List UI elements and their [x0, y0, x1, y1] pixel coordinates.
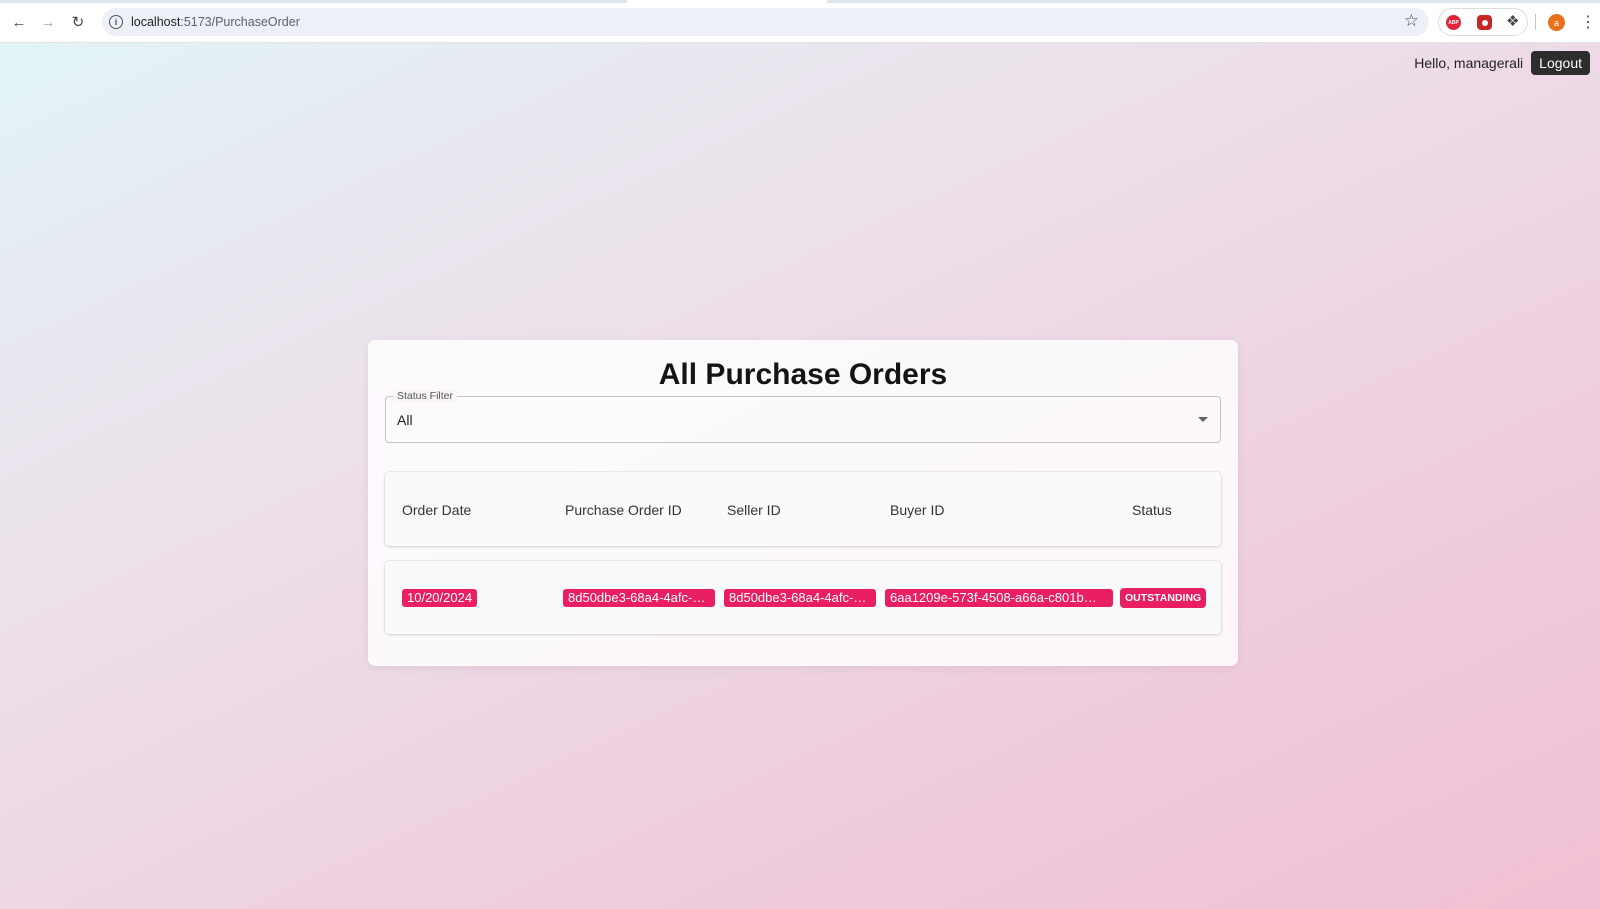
active-tab[interactable] [627, 0, 827, 3]
tab-strip [0, 0, 1600, 3]
chevron-down-icon[interactable] [1198, 417, 1208, 422]
page-background: Hello, managerali Logout All Purchase Or… [0, 43, 1600, 909]
status-filter-select[interactable]: Status Filter All [385, 390, 1221, 443]
seller-id-chip: 8d50dbe3-68a4-4afc-… [724, 589, 876, 607]
profile-avatar[interactable]: a [1548, 14, 1565, 31]
order-date-chip: 10/20/2024 [402, 589, 478, 607]
column-header-order-date: Order Date [402, 502, 472, 518]
user-bar: Hello, managerali Logout [1414, 51, 1590, 75]
page-title: All Purchase Orders [658, 358, 948, 391]
user-greeting: Hello, managerali [1414, 55, 1524, 71]
star-icon[interactable]: ☆ [1404, 11, 1419, 31]
puzzle-icon[interactable]: ❖ [1506, 12, 1519, 30]
table-row[interactable]: 10/20/2024 8d50dbe3-68a4-4afc-… 8d50dbe3… [385, 561, 1221, 634]
url-path: :5173/PurchaseOrder [180, 15, 300, 29]
url-host: localhost [131, 15, 181, 29]
info-icon[interactable]: i [109, 15, 123, 29]
purchase-order-id-chip: 8d50dbe3-68a4-4afc-… [563, 589, 715, 607]
url-text[interactable]: localhost:5173/PurchaseOrder [131, 15, 300, 29]
kebab-menu-icon[interactable]: ⋮ [1580, 12, 1596, 32]
buyer-id-chip: 6aa1209e-573f-4508-a66a-c801b… [885, 589, 1113, 607]
table-header: Order Date Purchase Order ID Seller ID B… [385, 472, 1221, 546]
address-bar[interactable]: i localhost:5173/PurchaseOrder ☆ [102, 8, 1429, 36]
column-header-buyer-id: Buyer ID [890, 502, 945, 518]
status-badge: OUTSTANDING [1120, 588, 1207, 608]
status-filter-value: All [397, 412, 413, 428]
purchase-orders-card: All Purchase Orders Status Filter All Or… [368, 340, 1238, 666]
extensions-group: ABP ❖ [1438, 8, 1528, 36]
column-header-status: Status [1132, 502, 1172, 518]
column-header-purchase-order-id: Purchase Order ID [565, 502, 682, 518]
status-filter-label: Status Filter [393, 390, 458, 402]
back-arrow-icon[interactable]: ← [9, 12, 29, 32]
abp-extension-icon[interactable]: ABP [1446, 15, 1461, 30]
toolbar-divider [1535, 14, 1536, 30]
browser-toolbar: ← → ↻ i localhost:5173/PurchaseOrder ☆ A… [0, 0, 1600, 43]
column-header-seller-id: Seller ID [727, 502, 781, 518]
reload-icon[interactable]: ↻ [68, 12, 88, 32]
forward-arrow-icon[interactable]: → [38, 12, 58, 32]
logout-button[interactable]: Logout [1531, 51, 1590, 75]
shield-extension-icon[interactable] [1477, 15, 1492, 30]
